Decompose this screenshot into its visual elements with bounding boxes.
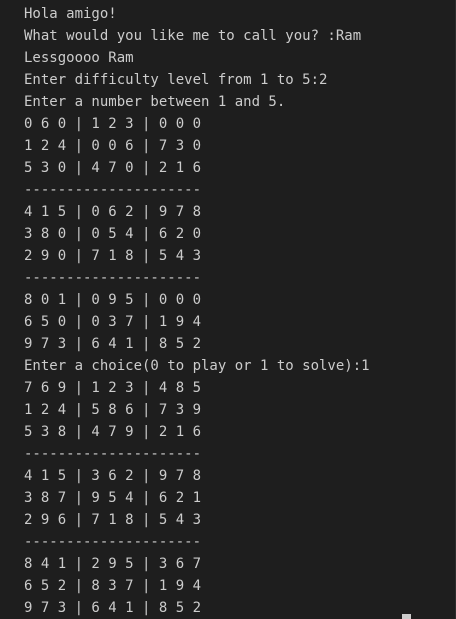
solution-grid-row: 8 4 1 | 2 9 5 | 3 6 7 (24, 556, 202, 572)
output-line-name-prompt: What would you like me to call you? :Ram (24, 28, 362, 44)
terminal-cursor (402, 614, 411, 619)
terminal-output: Hola amigo! What would you like me to ca… (24, 3, 444, 619)
puzzle-grid-row: 4 1 5 | 0 6 2 | 9 7 8 (24, 204, 202, 220)
terminal-panel[interactable]: Hola amigo! What would you like me to ca… (0, 0, 456, 619)
solution-grid-row: 7 6 9 | 1 2 3 | 4 8 5 (24, 380, 202, 396)
output-line-greeting: Hola amigo! (24, 6, 117, 22)
puzzle-grid-row: 0 6 0 | 1 2 3 | 0 0 0 (24, 116, 202, 132)
puzzle-grid-separator: --------------------- (24, 182, 202, 198)
puzzle-grid-row: 9 7 3 | 6 4 1 | 8 5 2 (24, 336, 202, 352)
puzzle-grid-row: 2 9 0 | 7 1 8 | 5 4 3 (24, 248, 202, 264)
output-line-range-hint: Enter a number between 1 and 5. (24, 94, 286, 110)
solution-grid-row: 9 7 3 | 6 4 1 | 8 5 2 (24, 600, 202, 616)
solution-grid-row: 3 8 7 | 9 5 4 | 6 2 1 (24, 490, 202, 506)
puzzle-grid-row: 5 3 0 | 4 7 0 | 2 1 6 (24, 160, 202, 176)
solution-grid-row: 2 9 6 | 7 1 8 | 5 4 3 (24, 512, 202, 528)
output-line-choice-prompt: Enter a choice(0 to play or 1 to solve):… (24, 358, 370, 374)
solution-grid-separator: --------------------- (24, 446, 202, 462)
puzzle-grid-row: 6 5 0 | 0 3 7 | 1 9 4 (24, 314, 202, 330)
puzzle-grid-row: 1 2 4 | 0 0 6 | 7 3 0 (24, 138, 202, 154)
output-line-difficulty-prompt: Enter difficulty level from 1 to 5:2 (24, 72, 328, 88)
solution-grid-row: 4 1 5 | 3 6 2 | 9 7 8 (24, 468, 202, 484)
puzzle-grid-row: 3 8 0 | 0 5 4 | 6 2 0 (24, 226, 202, 242)
solution-grid-separator: --------------------- (24, 534, 202, 550)
solution-grid-row: 5 3 8 | 4 7 9 | 2 1 6 (24, 424, 202, 440)
solution-grid-row: 1 2 4 | 5 8 6 | 7 3 9 (24, 402, 202, 418)
solution-grid-row: 6 5 2 | 8 3 7 | 1 9 4 (24, 578, 202, 594)
puzzle-grid-separator: --------------------- (24, 270, 202, 286)
output-line-name-response: Lessgoooo Ram (24, 50, 134, 66)
puzzle-grid-row: 8 0 1 | 0 9 5 | 0 0 0 (24, 292, 202, 308)
